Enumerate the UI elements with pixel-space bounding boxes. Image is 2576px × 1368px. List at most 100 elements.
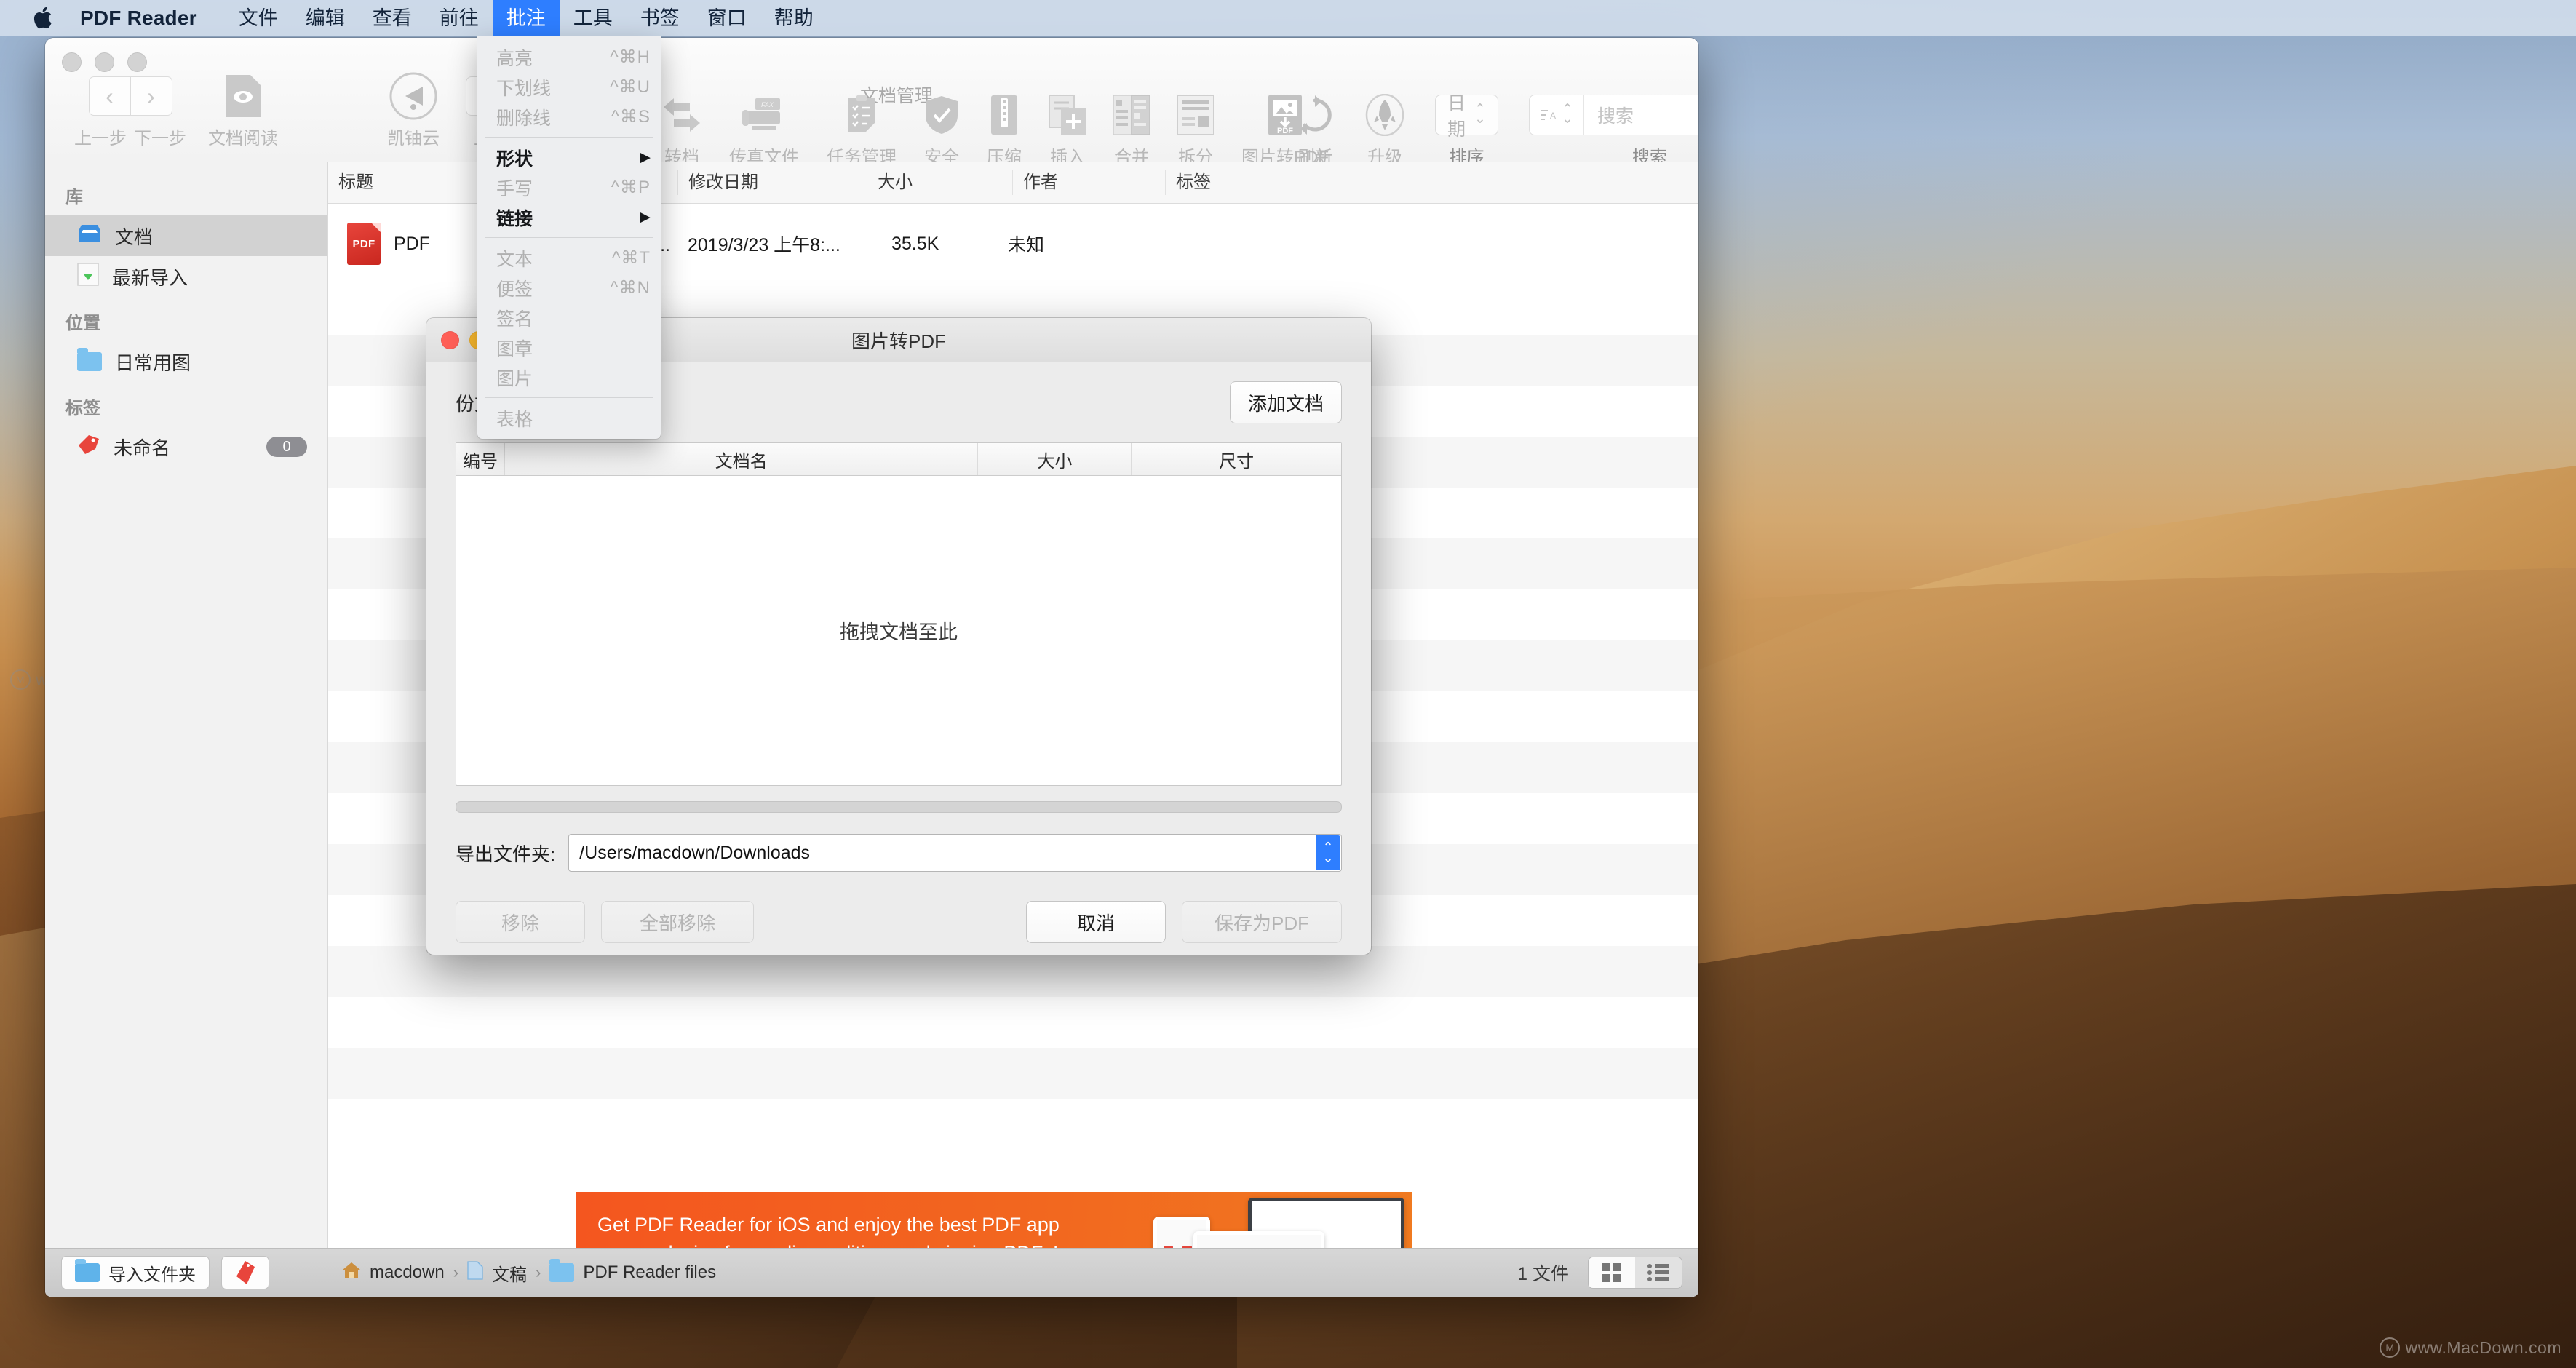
menu-option-handwriting[interactable]: 手写 ^⌘P xyxy=(477,172,661,202)
sort-dropdown[interactable]: 日期 ⌃ ⌄ xyxy=(1435,93,1498,140)
menu-option-strikethrough[interactable]: 删除线 ^⌘S xyxy=(477,102,661,132)
back-label: 上一步 xyxy=(74,129,127,148)
export-folder-path: /Users/macdown/Downloads xyxy=(579,842,811,863)
menu-option-signature-label: 签名 xyxy=(496,309,533,330)
sidebar-item-untitled-tag[interactable]: 未命名 0 xyxy=(45,426,327,467)
menu-option-handwriting-shortcut: ^⌘P xyxy=(611,178,651,197)
minimize-button[interactable] xyxy=(95,52,114,72)
toolbar-insert[interactable]: 插入 xyxy=(1049,89,1086,168)
insert-icon xyxy=(1049,89,1086,141)
search-filter-icon[interactable]: A ⌃ ⌄ xyxy=(1530,95,1584,135)
document-reader-label: 文档阅读 xyxy=(208,129,278,148)
clipboard-icon xyxy=(844,89,879,141)
toolbar-search[interactable]: A ⌃ ⌄ 搜索 搜索 xyxy=(1528,89,1698,168)
menu-option-stamp[interactable]: 图章 xyxy=(477,333,661,362)
menu-option-text[interactable]: 文本 ^⌘T xyxy=(477,243,661,273)
export-folder-chevron-icon[interactable]: ⌃ ⌄ xyxy=(1316,835,1340,870)
menu-option-link[interactable]: 链接 ▶ xyxy=(477,202,661,232)
scrollbar-thumb[interactable] xyxy=(456,801,1342,813)
menu-option-highlight[interactable]: 高亮 ^⌘H xyxy=(477,42,661,72)
toolbar-document-reader[interactable]: 文档阅读 xyxy=(208,70,278,149)
file-size: 35.5K xyxy=(891,233,939,254)
menu-item-help[interactable]: 帮助 xyxy=(760,0,827,36)
toolbar-split[interactable]: 拆分 xyxy=(1177,89,1214,168)
toolbar-cloud[interactable]: 凯铀云 xyxy=(387,70,440,149)
dialog-drop-zone[interactable]: 拖拽文档至此 xyxy=(456,476,1341,785)
sidebar-item-untitled-tag-label: 未命名 xyxy=(114,437,171,459)
toolbar-security[interactable]: 安全 xyxy=(924,89,959,168)
menu-option-image[interactable]: 图片 xyxy=(477,362,661,392)
save-as-pdf-button[interactable]: 保存为PDF xyxy=(1182,901,1342,943)
window-toolbar: ‹ › 上一步 下一步 文档阅读 凯铀云 文档管理 转档 FAX 传真文件 任务… xyxy=(45,38,1698,167)
view-toggle[interactable] xyxy=(1588,1257,1682,1289)
search-input[interactable]: 搜索 xyxy=(1584,102,1634,128)
column-size[interactable]: 大小 xyxy=(867,170,1012,195)
menu-item-tools[interactable]: 工具 xyxy=(560,0,627,36)
menu-item-bookmarks[interactable]: 书签 xyxy=(627,0,693,36)
back-button[interactable]: ‹ xyxy=(88,76,131,116)
menu-option-shape[interactable]: 形状 ▶ xyxy=(477,143,661,172)
menu-item-view[interactable]: 查看 xyxy=(359,0,426,36)
chevron-updown-icon: ⌃ ⌄ xyxy=(1474,102,1486,127)
empty-row xyxy=(328,997,1698,1048)
grid-view-icon[interactable] xyxy=(1589,1257,1635,1288)
menu-item-go[interactable]: 前往 xyxy=(426,0,493,36)
column-author[interactable]: 作者 xyxy=(1012,170,1165,195)
toolbar-upgrade[interactable]: 升级 xyxy=(1365,89,1404,168)
toolbar-compress[interactable]: 压缩 xyxy=(987,89,1022,168)
list-view-icon[interactable] xyxy=(1635,1257,1682,1288)
column-tags[interactable]: 标签 xyxy=(1165,170,1354,195)
sidebar-header-tags: 标签 xyxy=(65,399,100,418)
menu-option-table[interactable]: 表格 xyxy=(477,403,661,433)
menu-item-window[interactable]: 窗口 xyxy=(693,0,760,36)
empty-row xyxy=(328,1099,1698,1150)
breadcrumb-item-macdown[interactable]: macdown xyxy=(370,1262,445,1283)
import-folder-button[interactable]: 导入文件夹 xyxy=(61,1256,210,1289)
toolbar-task-manager[interactable]: 任务管理 xyxy=(827,89,897,168)
menu-option-strikethrough-label: 删除线 xyxy=(496,108,552,129)
sidebar-item-documents[interactable]: 文档 xyxy=(45,215,327,256)
menu-option-text-shortcut: ^⌘T xyxy=(612,248,651,268)
apple-logo-icon[interactable] xyxy=(33,7,52,30)
add-document-button[interactable]: 添加文档 xyxy=(1229,381,1342,423)
forward-button[interactable]: › xyxy=(130,76,172,116)
window-traffic-lights[interactable] xyxy=(62,52,147,72)
column-modified[interactable]: 修改日期 xyxy=(677,170,867,195)
dialog-close-button[interactable] xyxy=(441,330,459,349)
menu-item-file[interactable]: 文件 xyxy=(225,0,292,36)
breadcrumb-item-pdf-reader-files[interactable]: PDF Reader files xyxy=(583,1262,716,1283)
menu-option-signature[interactable]: 签名 xyxy=(477,303,661,333)
toolbar-refresh[interactable]: 刷新 xyxy=(1295,89,1335,168)
menu-option-underline[interactable]: 下划线 ^⌘U xyxy=(477,72,661,102)
export-folder-field[interactable]: /Users/macdown/Downloads ⌃ ⌄ xyxy=(568,834,1342,872)
toolbar-fax[interactable]: FAX 传真文件 xyxy=(729,89,799,168)
dialog-horizontal-scrollbar[interactable] xyxy=(456,801,1342,813)
remove-button[interactable]: 移除 xyxy=(456,901,585,943)
remove-all-button[interactable]: 全部移除 xyxy=(601,901,754,943)
cancel-button[interactable]: 取消 xyxy=(1026,901,1166,943)
document-reader-icon xyxy=(226,70,261,122)
breadcrumb-separator: › xyxy=(536,1263,541,1281)
search-field-wrap[interactable]: A ⌃ ⌄ 搜索 xyxy=(1528,95,1698,135)
toolbar-convert[interactable]: 转档 xyxy=(662,89,701,168)
breadcrumb-separator: › xyxy=(453,1263,459,1281)
zoom-button[interactable] xyxy=(127,52,147,72)
fax-icon: FAX xyxy=(742,89,786,141)
menu-item-edit[interactable]: 编辑 xyxy=(292,0,359,36)
dialog-drop-hint: 拖拽文档至此 xyxy=(840,621,958,643)
breadcrumb-item-documents[interactable]: 文稿 xyxy=(492,1260,527,1286)
app-name-menu[interactable]: PDF Reader xyxy=(80,7,197,30)
tag-button[interactable] xyxy=(221,1256,269,1289)
sidebar-item-recent-imports-label: 最新导入 xyxy=(112,266,188,289)
toolbar-merge[interactable]: 合并 xyxy=(1113,89,1150,168)
sidebar-item-daily-images[interactable]: 日常用图 xyxy=(45,341,327,382)
menu-option-sticky-note[interactable]: 便签 ^⌘N xyxy=(477,273,661,303)
sidebar-header-library: 库 xyxy=(65,188,83,207)
breadcrumb: macdown › 文稿 › PDF Reader files xyxy=(342,1259,716,1286)
menu-item-annotate[interactable]: 批注 xyxy=(492,0,560,36)
toolbar-sort[interactable]: 日期 ⌃ ⌄ 排序 xyxy=(1435,89,1498,168)
close-button[interactable] xyxy=(62,52,82,72)
menu-option-link-label: 链接 xyxy=(496,208,533,229)
dialog-table-header: 编号 文档名 大小 尺寸 xyxy=(456,443,1341,476)
sidebar-item-recent-imports[interactable]: 最新导入 xyxy=(45,256,327,297)
